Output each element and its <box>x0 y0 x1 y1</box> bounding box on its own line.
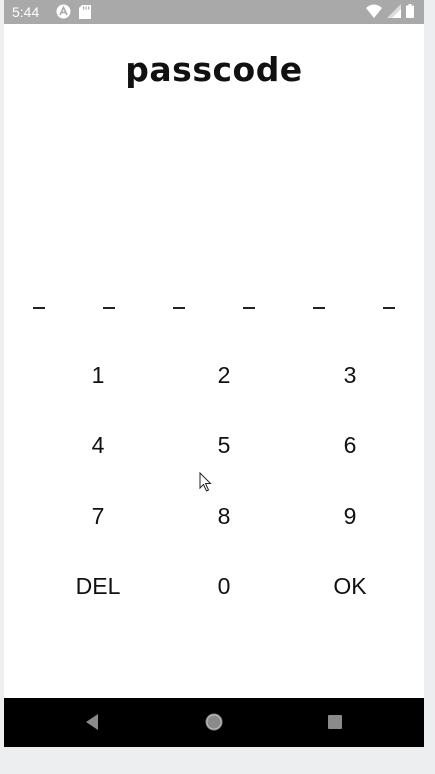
app-notification-icon <box>56 4 71 24</box>
recents-icon[interactable] <box>323 710 347 734</box>
pin-slot <box>173 307 185 309</box>
key-2[interactable]: 2 <box>169 350 279 400</box>
key-5[interactable]: 5 <box>169 420 279 470</box>
app-screen: 5:44 passcode 1 2 3 4 5 6 7 8 9 DEL 0 OK <box>4 0 424 747</box>
wifi-icon <box>366 4 382 23</box>
pin-slot <box>103 307 115 309</box>
pin-slot <box>313 307 325 309</box>
cell-signal-icon <box>387 4 401 23</box>
navigation-bar <box>4 698 424 747</box>
key-7[interactable]: 7 <box>43 491 153 541</box>
page-title: passcode <box>125 50 303 89</box>
ok-button[interactable]: OK <box>295 561 405 611</box>
pin-slot <box>243 307 255 309</box>
back-icon[interactable] <box>80 710 104 734</box>
key-1[interactable]: 1 <box>43 350 153 400</box>
key-3[interactable]: 3 <box>295 350 405 400</box>
key-0[interactable]: 0 <box>169 561 279 611</box>
key-4[interactable]: 4 <box>43 420 153 470</box>
status-left-icons <box>56 4 91 24</box>
sd-card-icon <box>79 4 91 24</box>
status-time: 5:44 <box>12 4 40 20</box>
battery-icon <box>406 4 414 23</box>
pin-slot <box>33 307 45 309</box>
key-9[interactable]: 9 <box>295 491 405 541</box>
status-right-icons <box>366 4 414 23</box>
key-6[interactable]: 6 <box>295 420 405 470</box>
status-bar: 5:44 <box>4 0 424 24</box>
mouse-pointer-icon <box>199 471 213 497</box>
delete-button[interactable]: DEL <box>43 561 153 611</box>
key-8[interactable]: 8 <box>169 491 279 541</box>
pin-slot <box>383 307 395 309</box>
home-icon[interactable] <box>202 710 226 734</box>
